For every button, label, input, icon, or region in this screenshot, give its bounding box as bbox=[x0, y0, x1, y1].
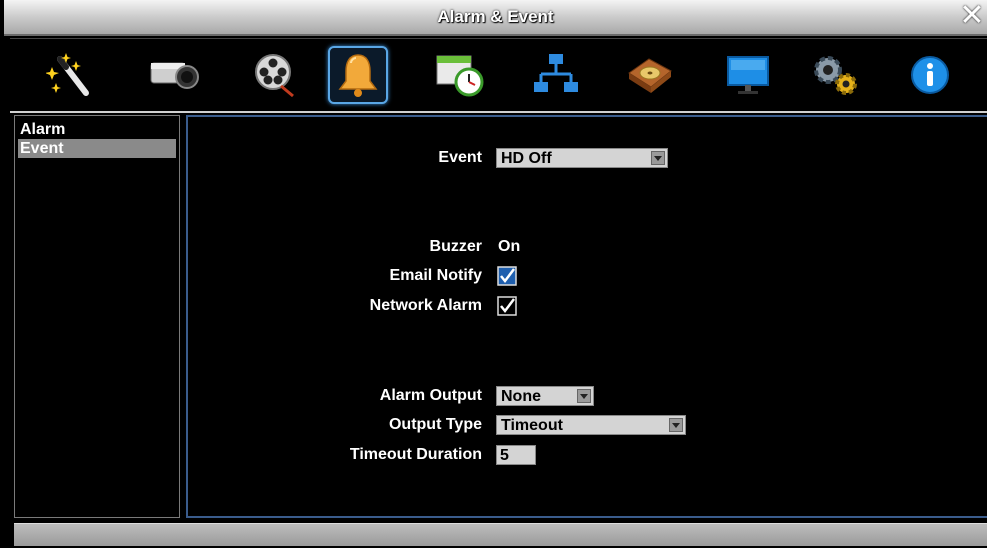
wizard-tool-button[interactable] bbox=[40, 46, 100, 104]
network-tool-button[interactable] bbox=[526, 46, 586, 104]
network-alarm-label: Network Alarm bbox=[369, 297, 482, 314]
settings-tool-button[interactable] bbox=[806, 46, 866, 104]
event-select[interactable]: HD Off bbox=[496, 148, 668, 168]
close-button[interactable]: ✕ bbox=[959, 1, 985, 31]
status-bar bbox=[14, 523, 987, 546]
chevron-down-icon bbox=[577, 389, 591, 403]
window-title: Alarm & Event bbox=[437, 7, 554, 26]
film-reel-icon bbox=[255, 54, 294, 98]
timeout-duration-input[interactable]: 5 bbox=[496, 445, 536, 465]
event-label: Event bbox=[438, 149, 482, 166]
output-type-label: Output Type bbox=[388, 416, 482, 433]
chevron-down-icon bbox=[669, 418, 683, 432]
email-notify-checkbox[interactable] bbox=[497, 266, 517, 286]
alarm-event-tool-button[interactable] bbox=[328, 46, 388, 104]
display-tool-button[interactable] bbox=[718, 46, 778, 104]
info-tool-button[interactable] bbox=[900, 46, 960, 104]
output-type-select[interactable]: Timeout bbox=[496, 415, 686, 435]
info-icon bbox=[911, 56, 949, 94]
bell-icon bbox=[338, 54, 378, 97]
gears-icon bbox=[814, 56, 857, 95]
sidebar: Alarm Event bbox=[14, 115, 180, 518]
timeout-duration-label: Timeout Duration bbox=[349, 446, 482, 463]
sidebar-item-event[interactable]: Event bbox=[18, 139, 176, 158]
alarm-output-select-value: None bbox=[501, 388, 541, 405]
camera-icon bbox=[150, 62, 199, 89]
alarm-event-window: Alarm & Event ✕ Alarm Event Event HD Off… bbox=[0, 0, 987, 548]
schedule-clock-icon bbox=[436, 55, 484, 97]
buzzer-label: Buzzer bbox=[429, 238, 482, 255]
network-icon bbox=[534, 54, 578, 92]
storage-tool-button[interactable] bbox=[620, 46, 680, 104]
alarm-output-select[interactable]: None bbox=[496, 386, 594, 406]
hard-disk-icon bbox=[628, 58, 672, 93]
output-type-select-value: Timeout bbox=[501, 417, 563, 434]
magic-wand-icon bbox=[46, 53, 89, 96]
chevron-down-icon bbox=[651, 151, 665, 165]
playback-tool-button[interactable] bbox=[244, 46, 304, 104]
alarm-output-label: Alarm Output bbox=[379, 387, 482, 404]
monitor-icon bbox=[727, 56, 769, 94]
email-notify-label: Email Notify bbox=[389, 267, 482, 284]
camera-tool-button[interactable] bbox=[144, 46, 204, 104]
event-select-value: HD Off bbox=[501, 150, 552, 167]
sidebar-item-alarm[interactable]: Alarm bbox=[18, 120, 176, 139]
main-toolbar bbox=[10, 38, 987, 113]
buzzer-value[interactable]: On bbox=[498, 238, 520, 256]
network-alarm-checkbox[interactable] bbox=[497, 296, 517, 316]
schedule-tool-button[interactable] bbox=[430, 46, 490, 104]
event-settings-panel: Event HD Off Buzzer On Email Notify Netw… bbox=[186, 115, 987, 518]
title-bar: Alarm & Event ✕ bbox=[4, 0, 987, 36]
